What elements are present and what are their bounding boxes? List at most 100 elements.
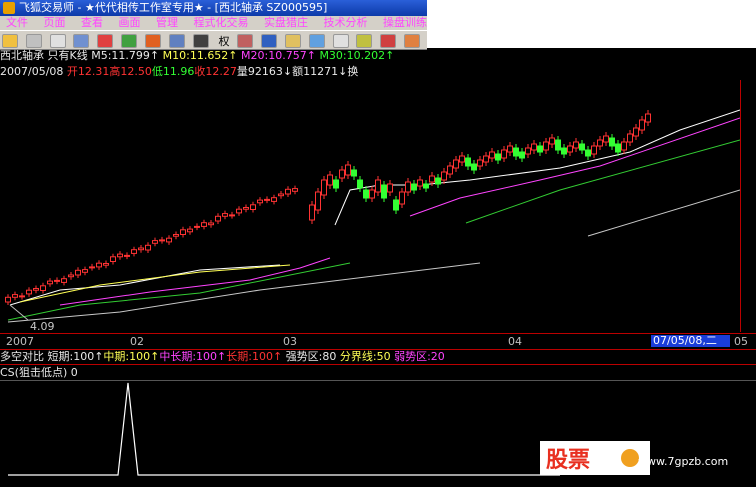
candle-body <box>441 171 447 181</box>
candle-body <box>621 141 627 151</box>
toolbar: 权 <box>0 30 427 50</box>
candle-body <box>187 228 193 233</box>
candle-body <box>597 139 603 147</box>
candle-body <box>543 141 549 151</box>
kline-icon[interactable] <box>237 34 254 48</box>
title-bar: 飞狐交易师 - ★代代相传工作室专用★ - [西北轴承 SZ000595] <box>0 0 427 16</box>
menu-manage[interactable]: 管理 <box>152 16 182 30</box>
candle-body <box>75 269 81 276</box>
candle-body <box>47 280 53 285</box>
candle-body <box>483 155 489 163</box>
candle-body <box>180 229 186 236</box>
kline-chart[interactable]: 4.09 <box>0 80 740 332</box>
candle-body <box>495 153 501 161</box>
candle-body <box>369 189 375 199</box>
mid-long-term-value: 中长期:100↑ <box>159 350 227 363</box>
chart-icon[interactable] <box>73 34 90 48</box>
svg-text:股票: 股票 <box>546 448 590 473</box>
chart-mode: 只有K线 <box>47 49 88 62</box>
candle-body <box>194 225 200 228</box>
menu-screen[interactable]: 画面 <box>115 16 145 30</box>
candle-body <box>603 135 609 143</box>
flag-icon[interactable] <box>144 34 161 48</box>
candle-body <box>215 215 221 222</box>
time-tick: 02 <box>130 335 144 348</box>
quote-low: 低11.96 <box>151 65 195 78</box>
window-icon[interactable] <box>308 34 325 48</box>
time-tick: 05 <box>734 335 748 348</box>
grid-icon[interactable] <box>168 34 185 48</box>
zoom-icon[interactable] <box>261 34 278 48</box>
rights-button[interactable]: 权 <box>218 33 229 49</box>
menu-programmed-trading[interactable]: 程式化交易 <box>190 16 253 30</box>
ma20-line-2 <box>409 117 740 217</box>
candle-body <box>591 145 597 155</box>
print-icon[interactable] <box>25 34 42 48</box>
candle-body <box>5 296 11 303</box>
menu-live-hunt[interactable]: 实盘猎庄 <box>260 16 312 30</box>
candle-body <box>159 239 165 242</box>
candle-body <box>399 191 405 205</box>
candle-body <box>465 157 471 167</box>
candle-body <box>573 141 579 149</box>
stock-name: 西北轴承 <box>0 49 44 62</box>
candle-body <box>411 183 417 191</box>
candle-body <box>82 269 88 273</box>
green-chart-icon[interactable] <box>121 34 138 48</box>
warning-icon[interactable] <box>404 34 421 48</box>
candle-body <box>477 159 483 167</box>
menu-file[interactable]: 文件 <box>2 16 32 30</box>
candle-body <box>555 139 561 151</box>
candle-body <box>166 237 172 243</box>
table-icon[interactable] <box>356 34 373 48</box>
candle-body <box>405 181 411 193</box>
candle-body <box>264 198 270 201</box>
long-term-value: 长期:100↑ <box>226 350 283 363</box>
candle-body <box>285 188 291 195</box>
candle-body <box>131 249 137 254</box>
menu-page[interactable]: 页面 <box>40 16 70 30</box>
candle-body <box>609 137 615 147</box>
candle-body <box>435 177 441 185</box>
quote-close: 收12.27 <box>194 65 237 78</box>
alert-icon[interactable] <box>380 34 397 48</box>
time-tick: 04 <box>508 335 522 348</box>
quote-open: 开12.31 <box>66 65 110 78</box>
app-icon <box>3 2 15 14</box>
quote-amount: 额11271↓ <box>292 65 348 78</box>
ma30-line-1 <box>7 262 351 321</box>
tool-icon[interactable] <box>284 34 301 48</box>
candle-body <box>321 179 327 196</box>
candle-body <box>507 145 513 153</box>
candle-body <box>459 155 465 163</box>
candle-body <box>145 244 151 251</box>
candle-body <box>627 133 633 143</box>
candle-body <box>309 204 315 221</box>
ma10-value: M10:11.652↑ <box>162 49 238 62</box>
mid-term-value: 中期:100↑ <box>103 350 160 363</box>
cs-name: CS(狙击低点) <box>0 366 68 379</box>
cs-value: 0 <box>70 366 78 379</box>
candle-body <box>645 113 651 123</box>
menu-view[interactable]: 查看 <box>77 16 107 30</box>
red-chart-icon[interactable] <box>97 34 114 48</box>
menu-technical-analysis[interactable]: 技术分析 <box>320 16 372 30</box>
candle-body <box>615 143 621 153</box>
window-title: 飞狐交易师 - ★代代相传工作室专用★ - [西北轴承 SZ000595] <box>19 1 328 14</box>
quote-volume: 量92163↓ <box>236 65 293 78</box>
candle-body <box>278 193 284 197</box>
candle-body <box>633 127 639 137</box>
candle-body <box>26 289 32 295</box>
candle-body <box>351 169 357 177</box>
arrow-icon[interactable] <box>192 34 209 48</box>
rsi-icon[interactable] <box>49 34 66 48</box>
indicator-bull-bear: 多空对比 短期:100↑中期:100↑中长期:100↑长期:100↑ 强势区:8… <box>0 349 756 365</box>
menu-trading-training[interactable]: 操盘训练 <box>379 16 427 30</box>
candle-body <box>579 143 585 151</box>
candle-body <box>236 208 242 214</box>
candle-body <box>201 222 207 227</box>
list-icon[interactable] <box>332 34 349 48</box>
cs-signal-line <box>8 382 560 476</box>
ma30-value: M30:10.202↑ <box>319 49 395 62</box>
open-folder-icon[interactable] <box>2 34 18 48</box>
